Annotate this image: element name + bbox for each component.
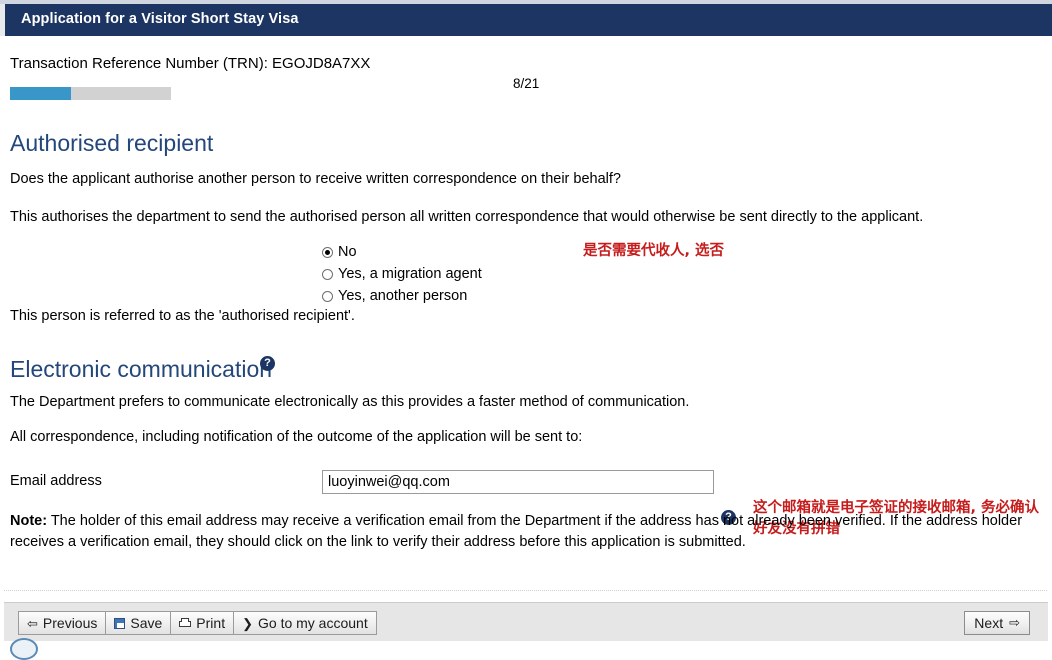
- print-button[interactable]: Print: [171, 612, 235, 634]
- next-button-label: Next: [974, 615, 1004, 631]
- section-heading-authorised-recipient: Authorised recipient: [10, 130, 214, 156]
- form-content-area: Transaction Reference Number (TRN): EGOJ…: [0, 36, 1052, 590]
- go-to-my-account-button[interactable]: ❯ Go to my account: [234, 612, 376, 634]
- arrow-right-icon: ⇨: [1009, 615, 1020, 630]
- save-button-label: Save: [130, 615, 163, 631]
- previous-button-label: Previous: [42, 615, 98, 631]
- authorised-recipient-explanation: This authorises the department to send t…: [10, 209, 924, 225]
- authorised-recipient-question: Does the applicant authorise another per…: [10, 171, 621, 187]
- radio-button-icon[interactable]: [322, 246, 333, 258]
- bottom-left-partial-widget: [10, 638, 38, 660]
- email-address-label: Email address: [10, 473, 102, 489]
- radio-option-no[interactable]: No: [322, 241, 482, 263]
- section-heading-electronic-communication: Electronic communication: [10, 356, 273, 382]
- form-toolbar: ⇦ Previous Save Print ❯ Go to my account…: [4, 602, 1048, 641]
- application-header-bar: Application for a Visitor Short Stay Vis…: [0, 4, 1052, 36]
- radio-option-another-person[interactable]: Yes, another person: [322, 285, 482, 307]
- print-button-label: Print: [196, 615, 226, 631]
- radio-option-label: Yes, another person: [338, 288, 468, 304]
- content-toolbar-divider: [4, 590, 1048, 591]
- email-verification-note: Note: The holder of this email address m…: [10, 511, 1030, 553]
- annotation-radio-note: 是否需要代收人, 选否: [583, 243, 725, 259]
- chevron-right-icon: ❯: [242, 615, 253, 631]
- page-counter: 8/21: [513, 76, 540, 91]
- next-button[interactable]: Next ⇨: [964, 611, 1030, 635]
- application-page: Application for a Visitor Short Stay Vis…: [0, 0, 1052, 660]
- note-body-text: The holder of this email address may rec…: [10, 513, 1023, 550]
- page-title: Application for a Visitor Short Stay Vis…: [21, 11, 299, 27]
- progress-bar: [10, 87, 171, 100]
- radio-option-label: No: [338, 244, 357, 260]
- electronic-communication-correspondence-text: All correspondence, including notificati…: [10, 429, 583, 445]
- arrow-left-icon: ⇦: [27, 615, 38, 631]
- printer-icon: [179, 618, 192, 629]
- toolbar-button-group: ⇦ Previous Save Print ❯ Go to my account: [18, 611, 377, 635]
- transaction-reference-number: Transaction Reference Number (TRN): EGOJ…: [10, 55, 371, 72]
- floppy-disk-icon: [114, 618, 126, 629]
- email-address-input[interactable]: [322, 470, 714, 494]
- save-button[interactable]: Save: [106, 612, 172, 634]
- radio-button-icon[interactable]: [322, 290, 333, 302]
- radio-option-migration-agent[interactable]: Yes, a migration agent: [322, 263, 482, 285]
- go-to-my-account-label: Go to my account: [258, 615, 368, 631]
- previous-button[interactable]: ⇦ Previous: [19, 612, 107, 634]
- authorised-recipient-footnote: This person is referred to as the 'autho…: [10, 308, 355, 324]
- authorised-recipient-radio-group[interactable]: No Yes, a migration agent Yes, another p…: [322, 241, 482, 307]
- help-question-icon[interactable]: ?: [260, 356, 275, 371]
- note-bold-prefix: Note:: [10, 513, 48, 529]
- radio-option-label: Yes, a migration agent: [338, 266, 482, 282]
- progress-bar-fill: [10, 87, 72, 100]
- radio-button-icon[interactable]: [322, 268, 333, 280]
- electronic-communication-prefers-text: The Department prefers to communicate el…: [10, 394, 690, 410]
